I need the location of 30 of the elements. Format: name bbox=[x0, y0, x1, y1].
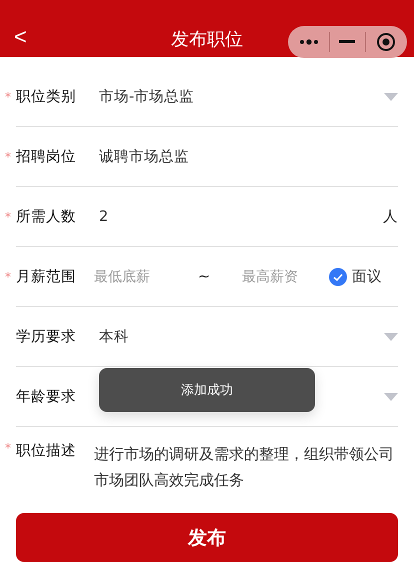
field-label: 学历要求 bbox=[16, 328, 77, 346]
back-button[interactable]: < bbox=[14, 24, 27, 50]
page-title: 发布职位 bbox=[171, 28, 243, 51]
description-textarea[interactable]: 进行市场的调研及需求的整理，组织带领公司市场团队高效完成任务 bbox=[94, 441, 398, 494]
negotiable-checkbox[interactable]: 面议 bbox=[329, 267, 382, 286]
field-label: 招聘岗位 bbox=[16, 148, 77, 166]
field-label: 月薪范围 bbox=[16, 268, 77, 286]
dropdown-caret-icon bbox=[384, 332, 398, 341]
number-input[interactable]: 2 bbox=[99, 208, 383, 225]
more-icon[interactable] bbox=[298, 39, 319, 45]
required-asterisk: * bbox=[5, 150, 11, 164]
required-asterisk: * bbox=[5, 441, 11, 456]
unit-label: 人 bbox=[383, 208, 398, 226]
minimize-icon[interactable] bbox=[339, 40, 356, 44]
field-label: 职位类别 bbox=[16, 88, 77, 106]
close-icon[interactable] bbox=[376, 32, 396, 52]
required-asterisk: * bbox=[5, 270, 11, 284]
range-separator: ~ bbox=[198, 268, 212, 285]
required-asterisk: * bbox=[5, 210, 11, 224]
select-value[interactable]: 市场-市场总监 bbox=[99, 87, 384, 106]
field-label: 所需人数 bbox=[16, 208, 77, 226]
field-label: 职位描述 bbox=[16, 442, 77, 460]
publish-button[interactable]: 发布 bbox=[16, 513, 398, 562]
toast-message: 添加成功 bbox=[99, 368, 315, 412]
required-asterisk: * bbox=[5, 90, 11, 104]
field-label: 年龄要求 bbox=[16, 388, 77, 406]
dropdown-caret-icon bbox=[384, 92, 398, 101]
text-input[interactable]: 诚聘市场总监 bbox=[99, 147, 398, 166]
dropdown-caret-icon bbox=[384, 392, 398, 401]
select-value[interactable]: 本科 bbox=[99, 327, 384, 346]
